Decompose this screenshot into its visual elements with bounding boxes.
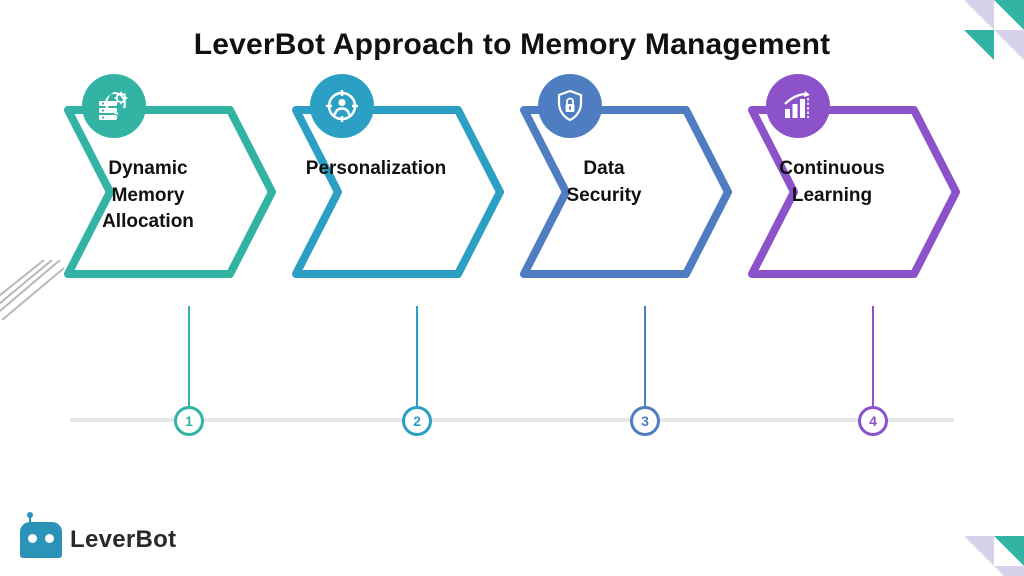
step-card-4: Continuous Learning — [744, 102, 964, 282]
step-label: Data Security — [524, 156, 684, 209]
step-card-1: Dynamic Memory Allocation — [60, 102, 280, 282]
step-number-2: 2 — [402, 406, 432, 436]
step-label: Personalization — [296, 156, 456, 183]
connector-line — [188, 306, 190, 408]
brand-logo: LeverBot — [20, 522, 176, 558]
user-target-icon — [310, 74, 374, 138]
step-card-3: Data Security — [516, 102, 736, 282]
step-card-2: Personalization — [288, 102, 508, 282]
page-title: LeverBot Approach to Memory Management — [0, 0, 1024, 62]
steps-row: Dynamic Memory Allocation Personalizatio… — [0, 102, 1024, 282]
shield-lock-icon — [538, 74, 602, 138]
connector-line — [872, 306, 874, 408]
step-number-4: 4 — [858, 406, 888, 436]
connector-line — [416, 306, 418, 408]
decoration-bottom-right — [934, 506, 1024, 576]
step-number-1: 1 — [174, 406, 204, 436]
growth-chart-icon — [766, 74, 830, 138]
robot-icon — [20, 522, 62, 558]
decoration-top-right — [934, 0, 1024, 80]
step-number-3: 3 — [630, 406, 660, 436]
server-gear-icon — [82, 74, 146, 138]
connector-line — [644, 306, 646, 408]
step-label: Continuous Learning — [752, 156, 912, 209]
step-label: Dynamic Memory Allocation — [68, 156, 228, 236]
brand-name: LeverBot — [70, 526, 176, 554]
